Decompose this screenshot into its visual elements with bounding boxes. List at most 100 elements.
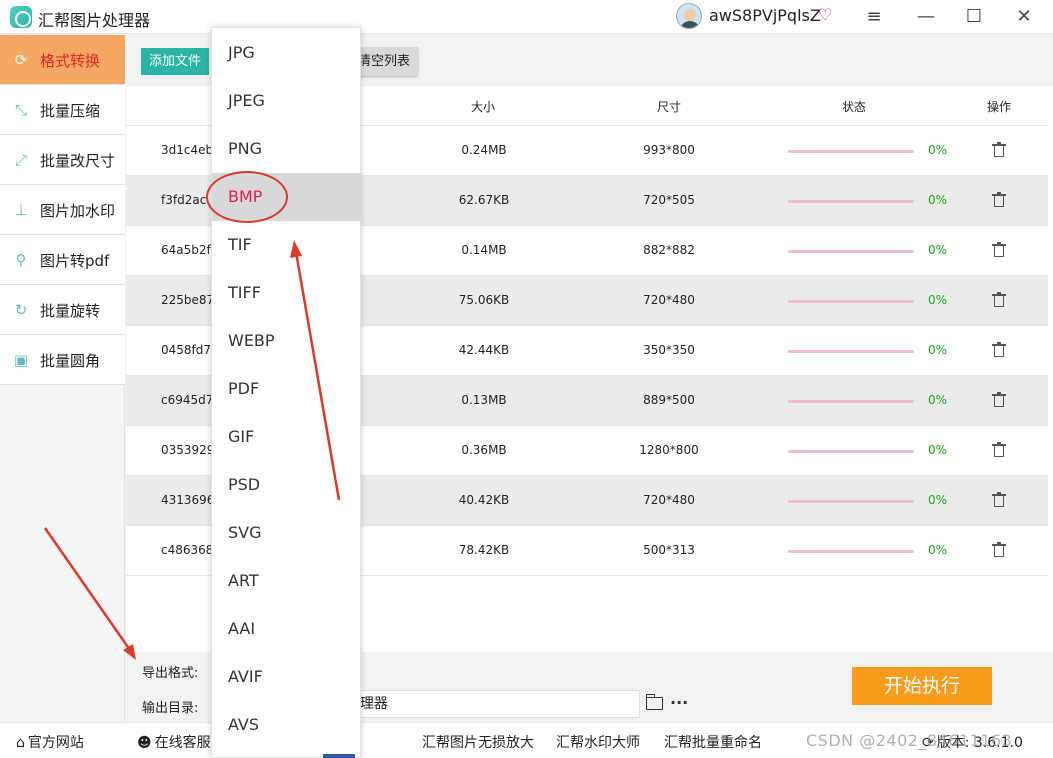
username[interactable]: awS8PVjPqlsZ [709, 6, 821, 25]
sidebar-item-compress[interactable]: ⤡ 批量压缩 [0, 85, 125, 135]
sidebar-item-format-convert[interactable]: ⟳ 格式转换 [0, 35, 125, 85]
resize-icon: ⤢ [14, 151, 27, 169]
maximize-button[interactable]: ☐ [962, 5, 986, 29]
menu-icon[interactable]: ≡ [862, 5, 886, 29]
dropdown-option-png[interactable]: PNG [212, 125, 362, 173]
dropdown-option-tif[interactable]: TIF [212, 221, 362, 269]
column-header-size: 大小 [471, 100, 496, 114]
progress-percent: 0% [928, 343, 948, 357]
footer-link-upscale[interactable]: 汇帮图片无损放大 [422, 732, 534, 752]
dropdown-option-aai[interactable]: AAI [212, 605, 362, 653]
progress-bar [788, 500, 914, 503]
file-size: 0.13MB [461, 393, 507, 407]
dropdown-option-psd[interactable]: PSD [212, 461, 362, 509]
progress-bar [788, 400, 914, 403]
progress-percent: 0% [928, 243, 948, 257]
sidebar-item-label: 图片转pdf [40, 252, 110, 270]
sidebar-item-label: 格式转换 [40, 52, 101, 70]
dropdown-option-tiff[interactable]: TIFF [212, 269, 362, 317]
csdn-watermark: CSDN @2402_84611163 [806, 731, 1013, 750]
dropdown-option-svg[interactable]: SVG [212, 509, 362, 557]
file-name: c6945d7 [161, 393, 214, 407]
file-size: 78.42KB [458, 543, 510, 557]
delete-icon[interactable] [992, 542, 1006, 558]
app-logo-icon [10, 6, 32, 28]
progress-bar [788, 450, 914, 453]
dropdown-option-avif[interactable]: AVIF [212, 653, 362, 701]
file-dimensions: 993*800 [643, 143, 695, 157]
vip-heart-icon[interactable]: ♡ [818, 7, 834, 23]
footer-label: 在线客服 [154, 735, 211, 751]
more-icon[interactable]: ··· [670, 693, 688, 712]
delete-icon[interactable] [992, 292, 1006, 308]
delete-icon[interactable] [992, 342, 1006, 358]
footer-online-support[interactable]: ☻ 在线客服 [137, 732, 211, 752]
file-name: f3fd2ac [161, 193, 207, 207]
progress-bar [788, 300, 914, 303]
home-icon: ⌂ [16, 735, 25, 751]
pdf-icon: ⚲ [15, 251, 27, 269]
progress-percent: 0% [928, 393, 948, 407]
sidebar-item-rotate[interactable]: ↻ 批量旋转 [0, 285, 125, 335]
title-bar: 汇帮图片处理器 awS8PVjPqlsZ ♡ ≡ — ☐ ✕ [0, 0, 1053, 34]
file-dimensions: 500*313 [643, 543, 695, 557]
dropdown-option-jpg[interactable]: JPG [212, 29, 362, 77]
sidebar-item-round-corner[interactable]: ▣ 批量圆角 [0, 335, 125, 385]
progress-bar [788, 150, 914, 153]
footer-official-site[interactable]: ⌂ 官方网站 [16, 732, 84, 752]
watermark-icon: ⊥ [14, 201, 28, 219]
minimize-button[interactable]: — [914, 5, 938, 29]
dropdown-option-gif[interactable]: GIF [212, 413, 362, 461]
progress-bar [788, 550, 914, 553]
dropdown-option-pdf[interactable]: PDF [212, 365, 362, 413]
file-name: 3d1c4eb [161, 143, 214, 157]
delete-icon[interactable] [992, 392, 1006, 408]
round-corner-icon: ▣ [13, 351, 29, 369]
format-dropdown[interactable]: JPG JPEG PNG BMP TIF TIFF WEBP PDF GIF PSD SVG ART A… [211, 27, 362, 758]
file-dimensions: 882*882 [643, 243, 695, 257]
dropdown-option-art[interactable]: ART [212, 557, 362, 605]
scrollbar[interactable] [1048, 86, 1053, 652]
progress-percent: 0% [928, 493, 948, 507]
file-size: 75.06KB [458, 293, 510, 307]
avatar[interactable] [676, 3, 702, 29]
progress-percent: 0% [928, 143, 948, 157]
dropdown-option-webp[interactable]: WEBP [212, 317, 362, 365]
column-header-dimensions: 尺寸 [657, 100, 682, 114]
compress-icon: ⤡ [14, 101, 27, 119]
sidebar-item-watermark[interactable]: ⊥ 图片加水印 [0, 185, 125, 235]
file-name: 0458fd75 [161, 343, 219, 357]
delete-icon[interactable] [992, 242, 1006, 258]
delete-icon[interactable] [992, 142, 1006, 158]
progress-percent: 0% [928, 543, 948, 557]
footer-link-batch-rename[interactable]: 汇帮批量重命名 [664, 732, 762, 752]
progress-bar [788, 200, 914, 203]
dropdown-option-jpeg[interactable]: JPEG [212, 77, 362, 125]
delete-icon[interactable] [992, 492, 1006, 508]
progress-bar [788, 250, 914, 253]
support-icon: ☻ [137, 735, 152, 751]
sidebar-item-to-pdf[interactable]: ⚲ 图片转pdf [0, 235, 125, 285]
sidebar-item-resize[interactable]: ⤢ 批量改尺寸 [0, 135, 125, 185]
delete-icon[interactable] [992, 442, 1006, 458]
delete-icon[interactable] [992, 192, 1006, 208]
file-dimensions: 720*480 [643, 293, 695, 307]
file-size: 0.24MB [461, 143, 507, 157]
footer-link-watermark-master[interactable]: 汇帮水印大师 [556, 732, 640, 752]
file-dimensions: 720*480 [643, 493, 695, 507]
rotate-icon: ↻ [14, 301, 28, 319]
folder-icon[interactable] [646, 694, 663, 710]
column-header-action: 操作 [987, 100, 1012, 114]
start-button[interactable]: 开始执行 [852, 667, 992, 705]
file-name: 64a5b2f4 [161, 243, 219, 257]
dropdown-option-avs[interactable]: AVS [212, 701, 362, 749]
file-dimensions: 350*350 [643, 343, 695, 357]
progress-percent: 0% [928, 443, 948, 457]
sidebar-item-label: 批量改尺寸 [40, 152, 116, 170]
close-button[interactable]: ✕ [1012, 5, 1036, 29]
app-title: 汇帮图片处理器 [38, 11, 151, 30]
sidebar-item-label: 批量圆角 [40, 352, 101, 370]
annotation-circle [206, 171, 288, 223]
progress-bar [788, 350, 914, 353]
add-file-button[interactable]: 添加文件 [141, 48, 209, 75]
